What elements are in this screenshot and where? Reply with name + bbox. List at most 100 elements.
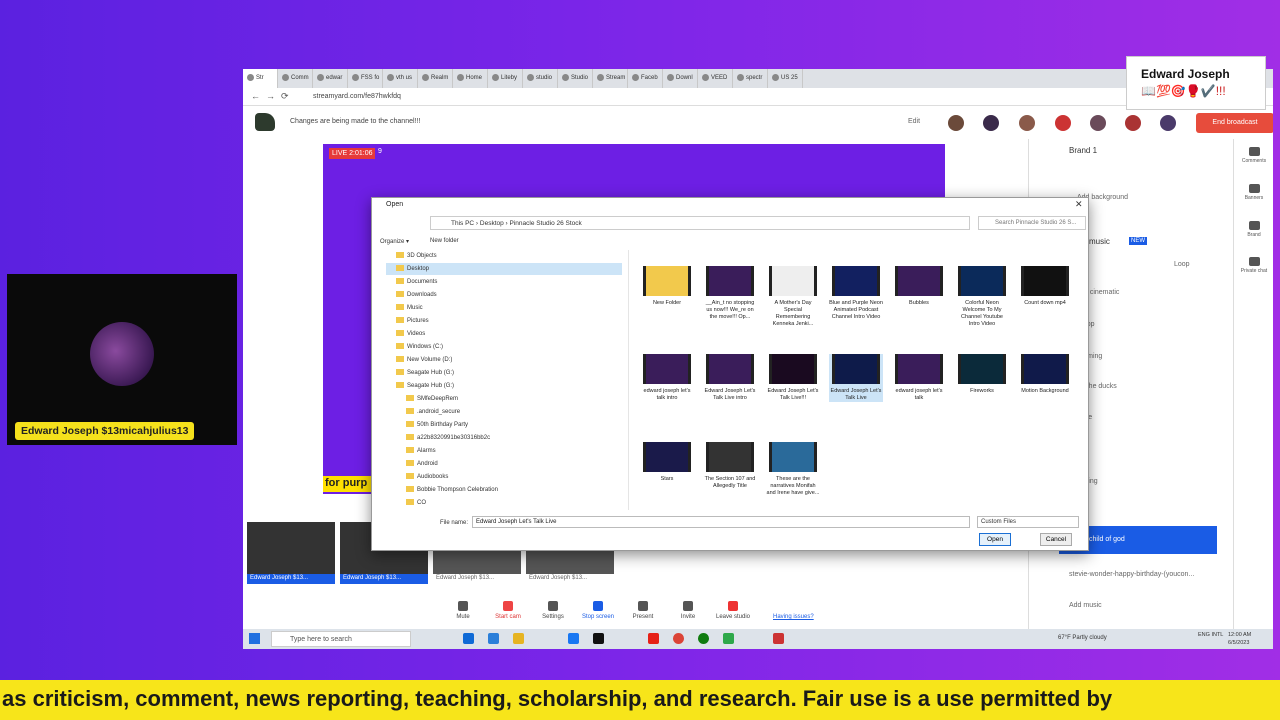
browser-tab[interactable]: vth us (383, 69, 418, 88)
nav-item[interactable]: Windows (C:) (396, 341, 443, 353)
clock[interactable]: ENG INTL (1198, 631, 1223, 639)
file-item[interactable]: Edward Joseph Let's Talk Live (829, 354, 883, 402)
brand-selector[interactable]: Brand 1 (1069, 146, 1097, 155)
edge-icon[interactable] (463, 633, 474, 644)
address-bar[interactable]: ←→⟳ streamyard.com/fe87hwkfdq (243, 88, 1273, 106)
file-item[interactable]: Stars (640, 442, 694, 483)
browser-tab[interactable]: VEED (698, 69, 733, 88)
file-item[interactable]: The Section 107 and Allegedly Title (703, 442, 757, 490)
file-item[interactable]: A Mother's Day Special Remembering Kenne… (766, 266, 820, 328)
browser-tab[interactable]: studio (523, 69, 558, 88)
url-text[interactable]: streamyard.com/fe87hwkfdq (313, 93, 401, 100)
cancel-button[interactable]: Cancel (1040, 533, 1072, 546)
explorer-icon[interactable] (513, 633, 524, 644)
edit-button[interactable]: Edit (908, 118, 920, 125)
nav-item[interactable]: Seagate Hub (G:) (396, 367, 454, 379)
participant-thumbnail[interactable]: Edward Joseph $13... (247, 522, 335, 584)
browser-tab[interactable]: FSS fo (348, 69, 383, 88)
browser-tab[interactable]: US 25 (768, 69, 803, 88)
current-track[interactable]: stevie-wonder-happy-birthday-(youcon... (1069, 571, 1194, 578)
file-item[interactable]: Edward Joseph Let's Talk Live!!! (766, 354, 820, 402)
sidebar-item[interactable]: Comments (1234, 147, 1273, 164)
chrome-icon[interactable] (673, 633, 684, 644)
loop-toggle[interactable]: Loop (1174, 261, 1190, 268)
file-item[interactable]: edward joseph let's talk intro (640, 354, 694, 402)
nav-item[interactable]: New Volume (D:) (396, 354, 452, 366)
nav-item[interactable]: 3D Objects (396, 250, 437, 262)
nav-item[interactable]: Music (396, 302, 423, 314)
browser-tab[interactable]: Stream (593, 69, 628, 88)
new-folder-button[interactable]: New folder (430, 238, 459, 244)
control-button[interactable]: Stop screen (578, 599, 618, 620)
nav-item[interactable]: SMfeDeepRem (406, 393, 458, 405)
sidebar-item[interactable]: Brand (1234, 221, 1273, 238)
browser-tab[interactable]: Comm (278, 69, 313, 88)
guest-avatar[interactable] (1055, 115, 1071, 131)
control-button[interactable]: Settings (533, 599, 573, 620)
nav-item[interactable]: CO (406, 497, 426, 509)
control-button[interactable]: Invite (668, 599, 708, 620)
file-item[interactable]: __Ain_t no stopping us now!!! We_re on t… (703, 266, 757, 321)
open-button[interactable]: Open (979, 533, 1011, 546)
nav-item[interactable]: Seagate Hub (G:) (396, 380, 454, 392)
file-item[interactable]: Fireworks (955, 354, 1009, 395)
nav-item[interactable]: 50th Birthday Party (406, 419, 468, 431)
guest-avatar[interactable] (1160, 115, 1176, 131)
close-icon[interactable]: ✕ (1075, 199, 1083, 210)
file-item[interactable]: Motion Background (1018, 354, 1072, 395)
nav-item[interactable]: Audiobooks (406, 471, 448, 483)
browser-tab[interactable]: Realm (418, 69, 453, 88)
clock-time[interactable]: 12:00 AM 6/5/2023 (1228, 631, 1251, 647)
file-item[interactable]: Bubbles (892, 266, 946, 307)
control-button[interactable]: Leave studio (713, 599, 753, 620)
guest-avatar[interactable] (1090, 115, 1106, 131)
file-item[interactable]: Edward Joseph Let's Talk Live intro (703, 354, 757, 402)
nav-item[interactable]: Downloads (396, 289, 437, 301)
file-item[interactable]: edward joseph let's talk (892, 354, 946, 402)
end-broadcast-button[interactable]: End broadcast (1196, 113, 1273, 133)
browser-tab[interactable]: Str (243, 69, 278, 88)
app-icon[interactable] (773, 633, 784, 644)
guest-avatar[interactable] (983, 115, 999, 131)
breadcrumb[interactable]: This PC › Desktop › Pinnacle Studio 26 S… (430, 216, 970, 230)
sidebar-item[interactable]: Banners (1234, 184, 1273, 201)
browser-tab[interactable]: spectr (733, 69, 768, 88)
xbox-icon[interactable] (698, 633, 709, 644)
tiktok-icon[interactable] (593, 633, 604, 644)
file-item[interactable]: Colorful Neon Welcome To My Channel Yout… (955, 266, 1009, 328)
guest-avatar[interactable] (1019, 115, 1035, 131)
taskbar-search[interactable]: Type here to search (271, 631, 411, 647)
nav-item[interactable]: Pictures (396, 315, 429, 327)
control-button[interactable]: Start cam (488, 599, 528, 620)
nav-item[interactable]: Alarms (406, 445, 436, 457)
control-button[interactable]: Mute (443, 599, 483, 620)
mail-icon[interactable] (488, 633, 499, 644)
weather-tray[interactable]: 67°F Partly cloudy (1058, 635, 1107, 641)
windows-start-icon[interactable] (249, 633, 260, 644)
control-button[interactable]: Present (623, 599, 663, 620)
dialog-search-input[interactable]: Search Pinnacle Studio 26 S... (978, 216, 1086, 230)
file-item[interactable]: Count down mp4 (1018, 266, 1072, 307)
file-name-input[interactable]: Edward Joseph Let's Talk Live (472, 516, 970, 528)
browser-tab[interactable]: Studio (558, 69, 593, 88)
nav-item[interactable]: Videos (396, 328, 425, 340)
browser-tab[interactable]: Faceb (628, 69, 663, 88)
facebook-icon[interactable] (568, 633, 579, 644)
file-item[interactable]: Blue and Purple Neon Animated Podcast Ch… (829, 266, 883, 321)
nav-item[interactable]: Documents (396, 276, 437, 288)
nav-item[interactable]: Android (406, 458, 438, 470)
add-music-button[interactable]: Add music (1069, 602, 1102, 609)
nav-item[interactable]: .android_secure (406, 406, 460, 418)
youtube-icon[interactable] (648, 633, 659, 644)
organize-button[interactable]: Organize ▾ (380, 238, 409, 245)
guest-avatar[interactable] (948, 115, 964, 131)
sidebar-item[interactable]: Private chat (1234, 257, 1273, 274)
file-item[interactable]: These are the narratives Monifah and Ire… (766, 442, 820, 497)
nav-item[interactable]: Bobbie Thompson Celebration (406, 484, 498, 496)
file-item[interactable]: New Folder (640, 266, 694, 307)
browser-tab[interactable]: Home (453, 69, 488, 88)
app-icon[interactable] (723, 633, 734, 644)
nav-item[interactable]: Desktop (386, 263, 622, 275)
browser-tab[interactable]: edwar (313, 69, 348, 88)
browser-tab[interactable]: Liteby (488, 69, 523, 88)
